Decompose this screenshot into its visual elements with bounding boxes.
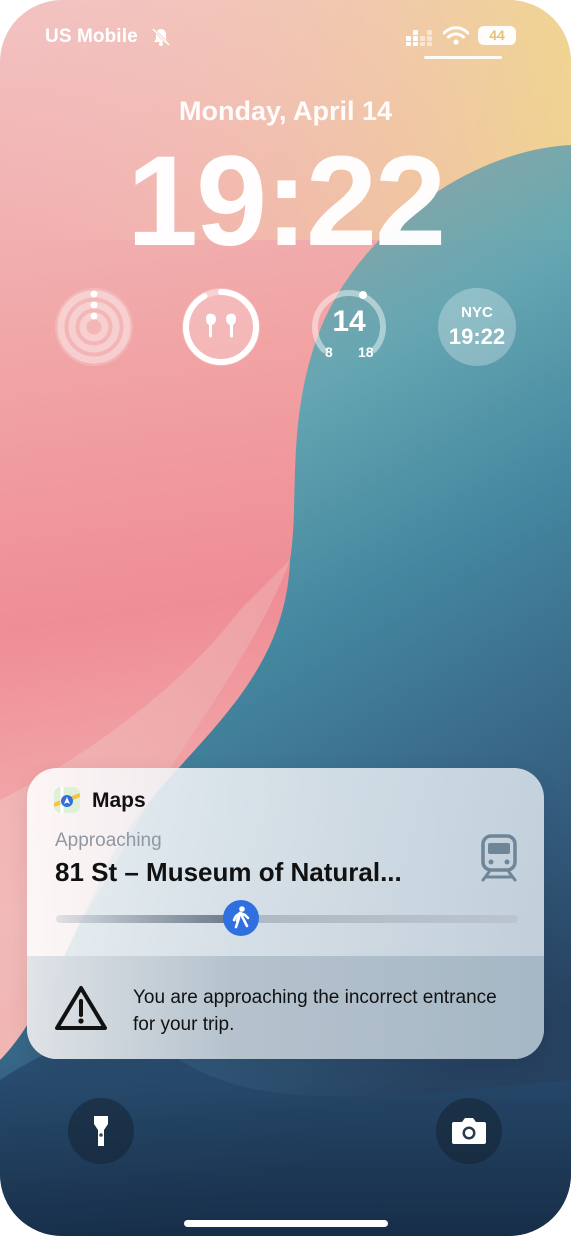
train-icon <box>481 834 517 882</box>
clock-time: 19:22 <box>448 324 506 349</box>
warning-triangle-icon <box>55 986 107 1030</box>
clock-city: NYC <box>461 304 493 321</box>
world-clock-widget[interactable]: NYC 19:22 <box>438 288 516 366</box>
approach-label: Approaching <box>55 830 162 851</box>
status-underline <box>424 56 502 59</box>
status-bar: US Mobile 44 <box>0 24 571 59</box>
wifi-icon <box>443 26 469 45</box>
weather-temp: 14 <box>332 305 366 338</box>
lock-date[interactable]: Monday, April 14 <box>0 96 571 127</box>
battery-icon: 44 <box>478 26 516 45</box>
airpods-icon <box>206 313 236 338</box>
walking-person-icon <box>222 900 259 936</box>
flashlight-button[interactable] <box>68 1098 134 1164</box>
bell-muted-icon <box>151 27 171 47</box>
flashlight-icon <box>94 1116 108 1146</box>
maps-live-activity[interactable]: Maps Approaching 81 St – Museum of Natur… <box>27 768 544 1059</box>
weather-widget[interactable]: 14 8 18 <box>310 288 388 366</box>
maps-app-icon <box>54 787 80 813</box>
weather-high: 18 <box>358 344 374 360</box>
warning-message: You are approaching the incorrect entran… <box>133 987 497 1035</box>
battery-level: 44 <box>489 27 505 43</box>
station-name: 81 St – Museum of Natural... <box>55 857 402 887</box>
trip-progress-bar <box>56 915 518 923</box>
lock-screen: US Mobile 44 Monday, April 14 19:22 14 8… <box>0 0 571 1236</box>
lock-time[interactable]: 19:22 <box>0 132 571 272</box>
app-name: Maps <box>92 789 146 812</box>
home-indicator[interactable] <box>184 1220 388 1227</box>
camera-icon <box>452 1118 486 1144</box>
activity-rings-icon <box>57 290 131 364</box>
camera-button[interactable] <box>436 1098 502 1164</box>
airpods-ring <box>183 289 259 365</box>
carrier-name: US Mobile <box>45 26 138 47</box>
activity-widget[interactable] <box>55 288 133 366</box>
weather-low: 8 <box>325 344 333 360</box>
airpods-battery-widget[interactable] <box>182 288 260 366</box>
cellular-signal-icon <box>406 30 432 46</box>
